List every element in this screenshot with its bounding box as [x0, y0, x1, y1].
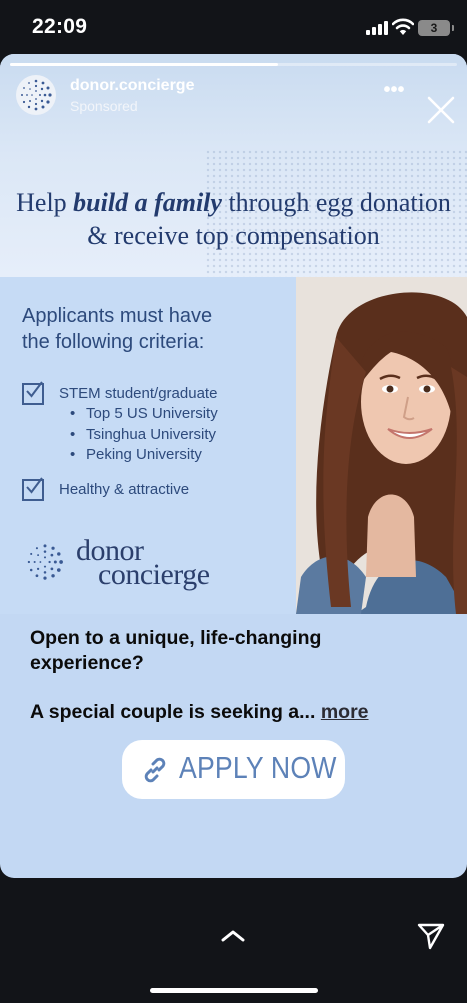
university-list: Top 5 US University Tsinghua University …	[70, 404, 218, 466]
bottom-bar	[0, 878, 467, 1003]
story-progress-fill	[10, 63, 279, 66]
criteria-heading: Applicants must have the following crite…	[22, 303, 212, 355]
criteria-heading-line1: Applicants must have	[22, 305, 213, 327]
send-icon[interactable]	[416, 920, 446, 950]
criteria-heading-line2: the following criteria:	[22, 331, 205, 353]
checkbox-checked	[22, 477, 44, 501]
headline-line2: & receive top compensation	[87, 221, 380, 250]
account-avatar[interactable]	[16, 75, 56, 115]
check-icon	[26, 381, 43, 398]
chevron-up-icon[interactable]	[219, 926, 247, 946]
sponsored-label: Sponsored	[70, 98, 138, 114]
battery-icon: 3	[418, 20, 454, 36]
brand-wordmark: donor concierge	[76, 536, 210, 590]
more-options-icon[interactable]: •••	[380, 78, 408, 106]
criteria-label: STEM student/graduate	[59, 385, 218, 402]
check-icon	[26, 477, 43, 494]
headline-prefix: Help	[16, 188, 74, 217]
ad-headline: Help build a family through egg donation…	[0, 186, 467, 252]
wifi-icon	[392, 18, 414, 35]
woman-portrait-image	[296, 277, 467, 614]
headline-emphasis: build a family	[73, 188, 222, 217]
home-indicator[interactable]	[150, 988, 318, 993]
list-item: Tsinghua University	[70, 425, 218, 446]
headline-suffix: through egg donation	[221, 188, 451, 217]
story-caption-line2: A special couple is seeking a... more	[30, 701, 369, 724]
close-icon[interactable]	[426, 95, 456, 125]
model-photo	[296, 277, 467, 614]
link-icon	[144, 757, 166, 783]
status-time: 22:09	[32, 15, 88, 38]
apply-now-label: APPLY NOW	[179, 750, 337, 785]
caption-teaser: A special couple is seeking a...	[30, 701, 321, 723]
list-item: Peking University	[70, 445, 218, 466]
brand-logo: donor concierge	[22, 536, 252, 597]
signal-icon	[366, 21, 388, 35]
brand-mark-icon	[21, 79, 52, 111]
criteria-label: Healthy & attractive	[59, 481, 190, 498]
brand-mark-icon	[27, 544, 63, 580]
story-card[interactable]: Help build a family through egg donation…	[0, 54, 467, 878]
story-caption: Open to a unique, life-changing experien…	[30, 627, 322, 674]
checkbox-checked	[22, 381, 44, 405]
apply-now-button[interactable]: APPLY NOW	[122, 740, 345, 799]
status-bar: 22:09 3	[0, 0, 467, 56]
more-link[interactable]: more	[321, 701, 369, 723]
account-name[interactable]: donor.concierge	[70, 77, 194, 95]
list-item: Top 5 US University	[70, 404, 218, 425]
story-progress-bar	[10, 63, 457, 66]
criteria-panel: Applicants must have the following crite…	[0, 277, 296, 614]
story-header: donor.concierge Sponsored •••	[0, 68, 467, 128]
